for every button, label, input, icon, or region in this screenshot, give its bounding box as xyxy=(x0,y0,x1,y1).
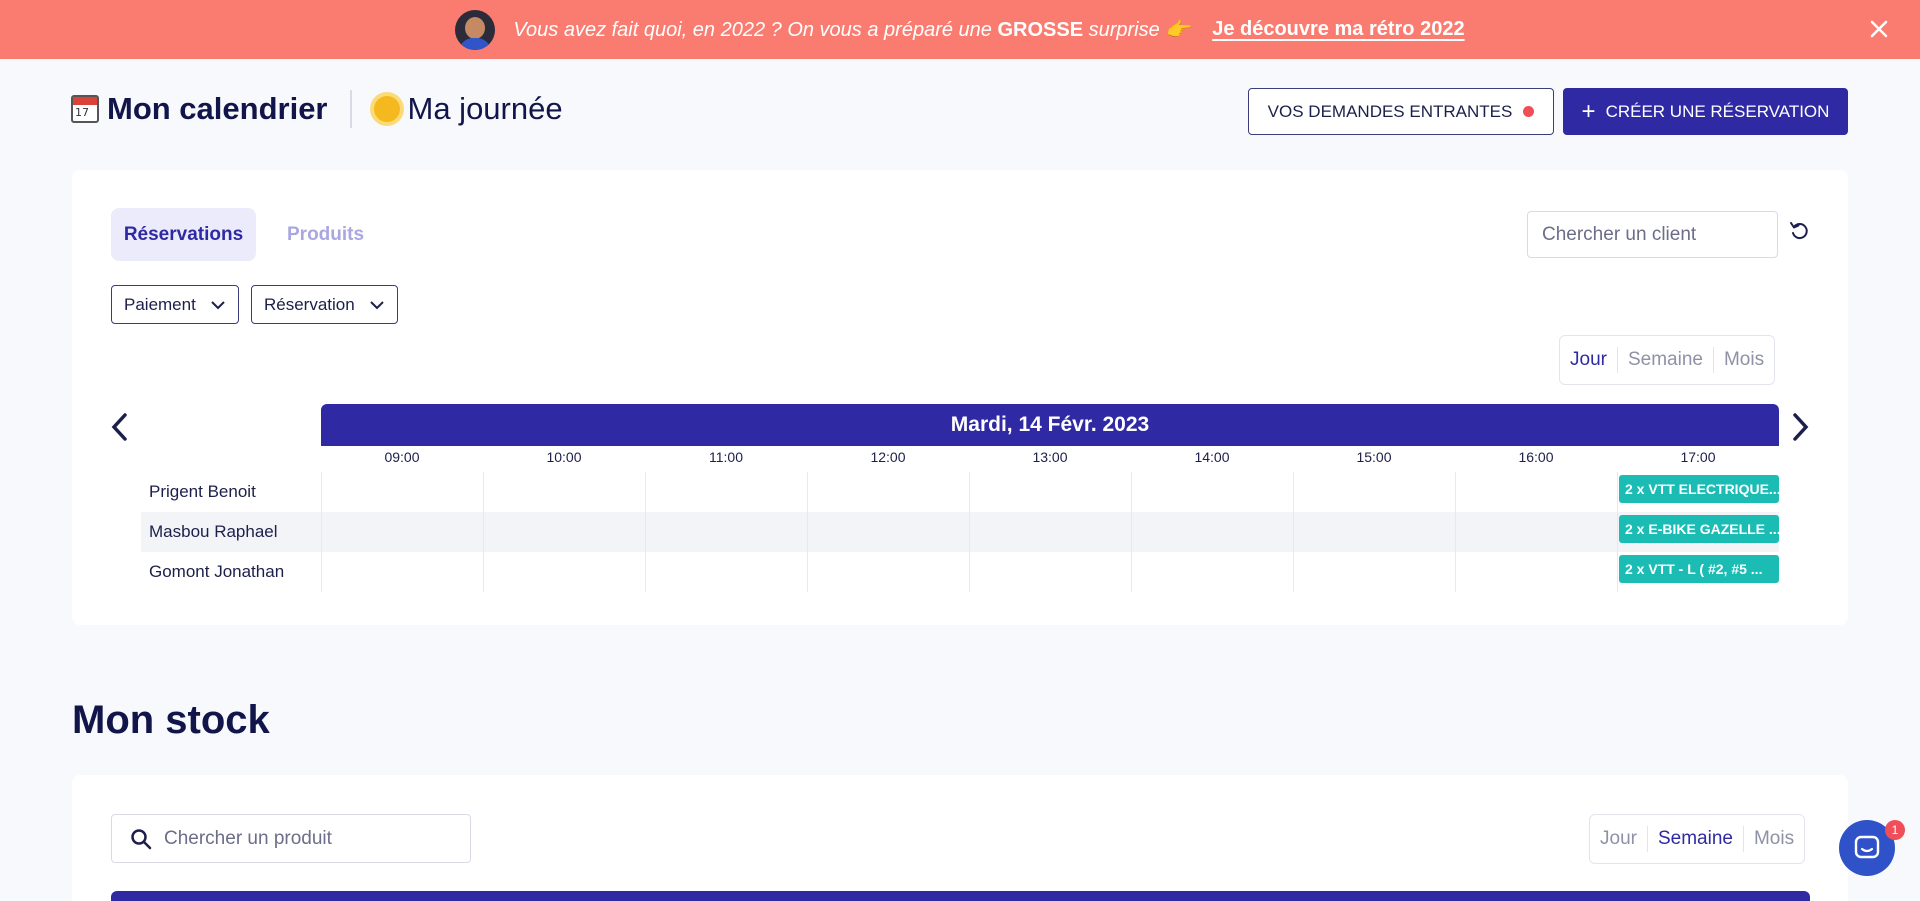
chat-icon xyxy=(1854,835,1880,859)
hour-label: 11:00 xyxy=(709,449,743,465)
payment-filter[interactable]: Paiement xyxy=(111,285,239,324)
close-icon[interactable] xyxy=(1866,16,1892,42)
promo-banner: Vous avez fait quoi, en 2022 ? On vous a… xyxy=(0,0,1920,59)
stock-view-switch: Jour Semaine Mois xyxy=(1589,814,1806,864)
customer-name: Prigent Benoit xyxy=(149,482,256,501)
hour-label: 09:00 xyxy=(384,449,420,465)
calendar-view-switch: Jour Semaine Mois xyxy=(1559,335,1776,385)
calendar-row: Prigent Benoit 2 x VTT ELECTRIQUE... xyxy=(141,472,1779,512)
stock-section-title: Mon stock xyxy=(72,698,270,742)
hour-label: 17:00 xyxy=(1680,449,1716,465)
plus-icon: + xyxy=(1581,97,1596,125)
page-title: Mon calendrier xyxy=(107,91,328,126)
reservation-event[interactable]: 2 x VTT ELECTRIQUE... xyxy=(1619,475,1779,503)
refresh-icon[interactable] xyxy=(1789,220,1811,242)
avatar xyxy=(455,9,496,50)
chat-notification-badge: 1 xyxy=(1885,820,1905,840)
divider xyxy=(349,90,352,128)
page-header: 17 Mon calendrier Ma journée xyxy=(71,90,563,128)
calendar-icon: 17 xyxy=(71,95,99,123)
chevron-left-icon[interactable] xyxy=(105,409,135,445)
hour-label: 16:00 xyxy=(1518,449,1554,465)
reservation-filter[interactable]: Réservation xyxy=(251,285,398,324)
sun-icon xyxy=(373,96,400,122)
tab-products[interactable]: Produits xyxy=(287,208,364,261)
view-week[interactable]: Semaine xyxy=(1646,826,1743,852)
hour-label: 10:00 xyxy=(546,449,582,465)
stock-table-header xyxy=(111,891,1810,901)
incoming-requests-button[interactable]: VOS DEMANDES ENTRANTES xyxy=(1248,88,1554,135)
banner-message: Vous avez fait quoi, en 2022 ? On vous a… xyxy=(513,19,1191,41)
notification-dot xyxy=(1523,106,1535,117)
customer-name: Masbou Raphael xyxy=(149,522,278,541)
calendar-grid: Prigent Benoit 2 x VTT ELECTRIQUE... Mas… xyxy=(141,472,1779,592)
view-day[interactable]: Jour xyxy=(1560,347,1617,373)
hour-label: 14:00 xyxy=(1194,449,1230,465)
view-day[interactable]: Jour xyxy=(1590,826,1647,852)
view-week[interactable]: Semaine xyxy=(1616,347,1713,373)
search-icon xyxy=(131,828,152,849)
client-search-input[interactable]: Chercher un client xyxy=(1527,211,1778,258)
retro-link[interactable]: Je découvre ma rétro 2022 xyxy=(1212,18,1464,41)
create-reservation-button[interactable]: + CRÉER UNE RÉSERVATION xyxy=(1563,88,1848,135)
chevron-down-icon xyxy=(211,300,225,309)
reservation-event[interactable]: 2 x VTT - L ( #2, #5 ... xyxy=(1619,555,1779,583)
calendar-date-header: Mardi, 14 Févr. 2023 xyxy=(321,404,1779,446)
customer-name: Gomont Jonathan xyxy=(149,562,285,581)
chevron-right-icon[interactable] xyxy=(1785,409,1815,445)
calendar-row: Gomont Jonathan 2 x VTT - L ( #2, #5 ... xyxy=(141,552,1779,592)
reservation-event[interactable]: 2 x E-BIKE GAZELLE ... xyxy=(1619,515,1779,543)
product-search-input[interactable]: Chercher un produit xyxy=(111,814,471,863)
hour-label: 15:00 xyxy=(1356,449,1392,465)
view-month[interactable]: Mois xyxy=(1742,826,1804,852)
hour-labels: 09:00 10:00 11:00 12:00 13:00 14:00 15:0… xyxy=(321,446,1779,472)
my-day-link[interactable]: Ma journée xyxy=(408,91,563,127)
calendar-row: Masbou Raphael 2 x E-BIKE GAZELLE ... xyxy=(141,512,1779,552)
hour-label: 12:00 xyxy=(870,449,906,465)
tab-reservations[interactable]: Réservations xyxy=(111,208,256,261)
chevron-down-icon xyxy=(370,300,384,309)
hour-label: 13:00 xyxy=(1032,449,1068,465)
view-month[interactable]: Mois xyxy=(1712,347,1774,373)
